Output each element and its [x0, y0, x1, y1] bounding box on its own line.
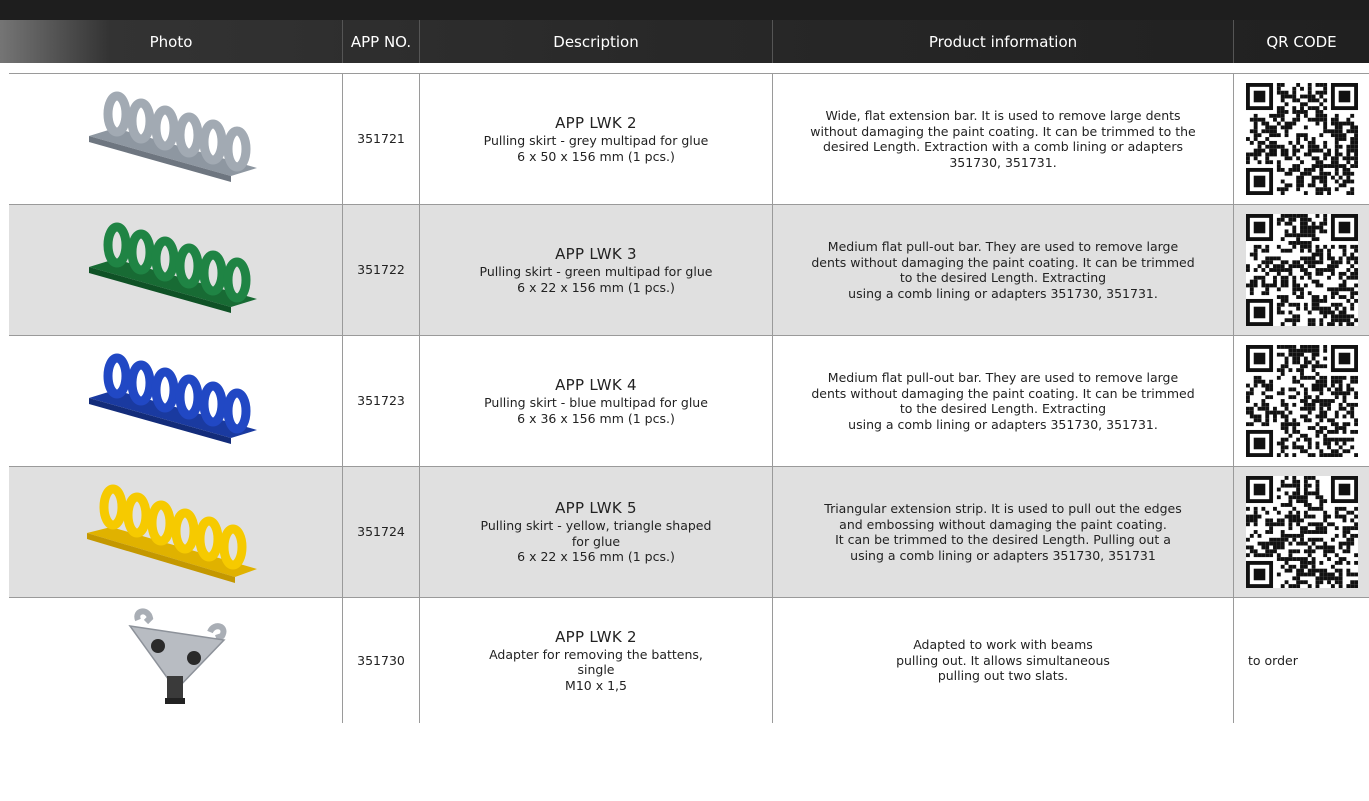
- product-information-text: Medium flat pull-out bar. They are used …: [811, 239, 1195, 301]
- top-bar: [0, 0, 1369, 20]
- app-number: 351730: [343, 598, 420, 723]
- qr-code-cell: [1234, 467, 1369, 597]
- header-photo: Photo: [0, 20, 343, 63]
- app-number: 351721: [343, 74, 420, 204]
- product-information-cell: Wide, flat extension bar. It is used to …: [773, 74, 1234, 204]
- product-photo: [9, 205, 343, 335]
- app-number: 351723: [343, 336, 420, 466]
- qr-code-cell: to order: [1234, 598, 1369, 723]
- table-header: Photo APP NO. Description Product inform…: [0, 20, 1369, 63]
- product-title: APP LWK 4: [555, 376, 637, 394]
- header-product-information: Product information: [773, 20, 1234, 63]
- product-photo: [9, 467, 343, 597]
- product-title: APP LWK 2: [555, 627, 637, 646]
- multipad-blue-image: [88, 353, 257, 444]
- product-title: APP LWK 2: [555, 114, 637, 132]
- product-subtitle: Pulling skirt - grey multipad for glue 6…: [483, 133, 709, 164]
- product-subtitle: Adapter for removing the battens, single…: [489, 646, 703, 693]
- qr-code-cell: [1234, 205, 1369, 335]
- product-information-cell: Triangular extension strip. It is used t…: [773, 467, 1234, 597]
- product-subtitle: Pulling skirt - blue multipad for glue 6…: [484, 395, 708, 426]
- app-number: 351724: [343, 467, 420, 597]
- product-subtitle: Pulling skirt - yellow, triangle shaped …: [480, 518, 712, 565]
- product-information-cell: Adapted to work with beams pulling out. …: [773, 598, 1234, 723]
- header-app-no: APP NO.: [343, 20, 420, 63]
- product-table: 351721 APP LWK 2 Pulling skirt - grey mu…: [9, 73, 1369, 723]
- qr-code-cell: [1234, 74, 1369, 204]
- qr-code-cell: [1234, 336, 1369, 466]
- multipad-green-image: [88, 222, 257, 313]
- header-description: Description: [420, 20, 773, 63]
- product-information-text: Medium flat pull-out bar. They are used …: [811, 370, 1195, 432]
- multipad-grey-image: [88, 91, 257, 182]
- adapter-image: [127, 608, 226, 704]
- product-information-text: Wide, flat extension bar. It is used to …: [810, 108, 1196, 170]
- product-title: APP LWK 3: [555, 245, 637, 263]
- product-photo: [9, 74, 343, 204]
- table-row: 351724 APP LWK 5 Pulling skirt - yellow,…: [9, 467, 1369, 598]
- description-cell: APP LWK 5 Pulling skirt - yellow, triang…: [420, 467, 773, 597]
- description-cell: APP LWK 2 Adapter for removing the batte…: [420, 598, 773, 723]
- table-row: 351721 APP LWK 2 Pulling skirt - grey mu…: [9, 74, 1369, 205]
- description-cell: APP LWK 2 Pulling skirt - grey multipad …: [420, 74, 773, 204]
- table-row: 351723 APP LWK 4 Pulling skirt - blue mu…: [9, 336, 1369, 467]
- qr-code-icon[interactable]: [1245, 214, 1358, 326]
- qr-code-icon[interactable]: [1245, 476, 1358, 588]
- product-information-cell: Medium flat pull-out bar. They are used …: [773, 336, 1234, 466]
- table-row: 351722 APP LWK 3 Pulling skirt - green m…: [9, 205, 1369, 336]
- description-cell: APP LWK 3 Pulling skirt - green multipad…: [420, 205, 773, 335]
- product-information-text: Triangular extension strip. It is used t…: [824, 501, 1182, 563]
- app-number: 351722: [343, 205, 420, 335]
- qr-code-icon[interactable]: [1245, 345, 1358, 457]
- multipad-yellow-image: [86, 484, 257, 583]
- table-row: 351730 APP LWK 2 Adapter for removing th…: [9, 598, 1369, 723]
- to-order-label: to order: [1248, 652, 1298, 668]
- product-subtitle: Pulling skirt - green multipad for glue …: [479, 264, 713, 295]
- product-information-cell: Medium flat pull-out bar. They are used …: [773, 205, 1234, 335]
- header-qr-code: QR CODE: [1266, 32, 1337, 51]
- product-information-text: Adapted to work with beams pulling out. …: [896, 637, 1110, 684]
- product-title: APP LWK 5: [555, 499, 637, 518]
- description-cell: APP LWK 4 Pulling skirt - blue multipad …: [420, 336, 773, 466]
- product-photo: [9, 598, 343, 723]
- product-photo: [9, 336, 343, 466]
- qr-code-icon[interactable]: [1245, 83, 1358, 195]
